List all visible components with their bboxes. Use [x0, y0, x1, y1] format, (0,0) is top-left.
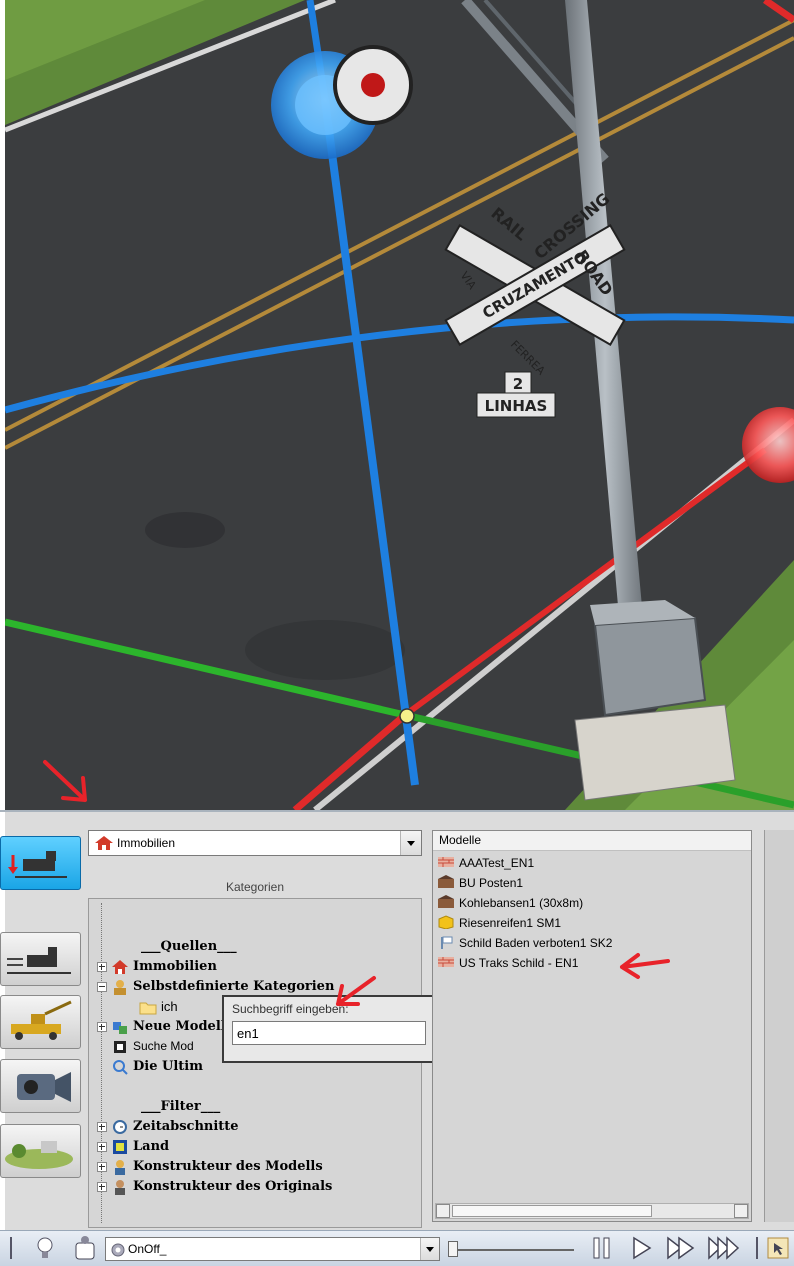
tool-button-rails[interactable] — [0, 836, 81, 890]
cursor-mode-icon[interactable] — [766, 1235, 790, 1261]
lightbulb-icon[interactable] — [34, 1235, 56, 1261]
house-icon — [112, 960, 128, 974]
speed-slider[interactable] — [448, 1239, 578, 1259]
bottom-toolbar: OnOff_ — [0, 1230, 794, 1266]
track-placement-icon — [8, 851, 67, 878]
models-list[interactable]: Modelle AAATest_EN1 BU Posten1 Kohlebans… — [432, 830, 752, 1222]
annotation-arrow — [620, 953, 670, 979]
crane-icon — [11, 1000, 72, 1040]
right-panel-strip — [764, 830, 794, 1222]
svg-text:RAIL: RAIL — [487, 204, 531, 245]
gear-icon — [111, 1243, 125, 1257]
magnifier-icon — [113, 1060, 128, 1075]
building-icon — [438, 875, 454, 888]
expand-icon[interactable] — [97, 1142, 107, 1152]
models-header: Modelle — [433, 831, 751, 851]
expand-icon[interactable] — [97, 1162, 107, 1172]
sign-icon — [441, 936, 453, 949]
svg-text:LINHAS: LINHAS — [485, 397, 548, 415]
fast-forward-icon[interactable] — [665, 1235, 697, 1261]
search-input[interactable] — [232, 1021, 426, 1045]
clock-icon — [113, 1120, 127, 1134]
landscape-icon — [5, 1141, 73, 1169]
building-icon — [438, 895, 454, 908]
pause-icon[interactable] — [590, 1235, 614, 1261]
onoff-dropdown[interactable]: OnOff_ — [105, 1237, 440, 1261]
flag-icon — [113, 1140, 127, 1154]
svg-text:2: 2 — [513, 375, 523, 393]
separator-icon — [10, 1237, 12, 1259]
collapse-icon[interactable] — [97, 982, 107, 992]
category-dropdown[interactable]: Immobilien — [88, 830, 422, 856]
expand-icon[interactable] — [97, 962, 107, 972]
horizontal-scrollbar[interactable] — [435, 1203, 749, 1219]
new-models-icon — [113, 1022, 127, 1034]
search-box-icon — [114, 1041, 126, 1053]
category-tree[interactable]: ___Quellen___ Immobilien Selbstdefiniert… — [88, 898, 422, 1228]
user-folder-icon — [114, 980, 126, 995]
onoff-dropdown-value: OnOff_ — [128, 1242, 167, 1256]
slider-knob[interactable] — [448, 1241, 458, 1257]
model-browser-panel: Immobilien Kategorien ___Quellen___ Immo… — [0, 810, 794, 1232]
scroll-right-icon[interactable] — [734, 1204, 748, 1218]
tool-button-buildings[interactable] — [0, 995, 81, 1049]
annotation-arrow — [43, 760, 87, 802]
scene-render: CRUZAMENTO RAIL CROSSING ROAD VIA FERREA… — [5, 0, 794, 810]
signal-icon[interactable] — [72, 1235, 98, 1261]
tool-button-camera[interactable] — [0, 1059, 81, 1113]
folder-icon — [139, 1002, 157, 1015]
svg-text:VIA: VIA — [458, 269, 479, 292]
expand-icon[interactable] — [97, 1022, 107, 1032]
play-icon[interactable] — [630, 1235, 654, 1261]
tool-button-tracks[interactable] — [0, 932, 81, 986]
category-dropdown-value: Immobilien — [117, 836, 176, 850]
wall-icon — [438, 857, 454, 867]
chevron-down-icon[interactable] — [420, 1238, 439, 1260]
3d-viewport[interactable]: CRUZAMENTO RAIL CROSSING ROAD VIA FERREA… — [5, 0, 794, 810]
scroll-left-icon[interactable] — [436, 1204, 450, 1218]
camera-icon — [17, 1072, 71, 1102]
fastest-forward-icon[interactable] — [707, 1235, 743, 1261]
scroll-thumb[interactable] — [452, 1205, 652, 1217]
person-icon — [115, 1160, 125, 1175]
train-icon — [7, 947, 71, 974]
expand-icon[interactable] — [97, 1182, 107, 1192]
house-icon — [95, 836, 113, 850]
annotation-arrow — [336, 976, 376, 1006]
separator-icon — [756, 1237, 758, 1259]
person-icon — [115, 1180, 125, 1195]
categories-label: Kategorien — [225, 880, 285, 894]
expand-icon[interactable] — [97, 1122, 107, 1132]
wall-icon — [438, 957, 454, 967]
chevron-down-icon[interactable] — [400, 831, 421, 855]
box-icon — [438, 915, 454, 929]
tool-button-landscape[interactable] — [0, 1124, 81, 1178]
